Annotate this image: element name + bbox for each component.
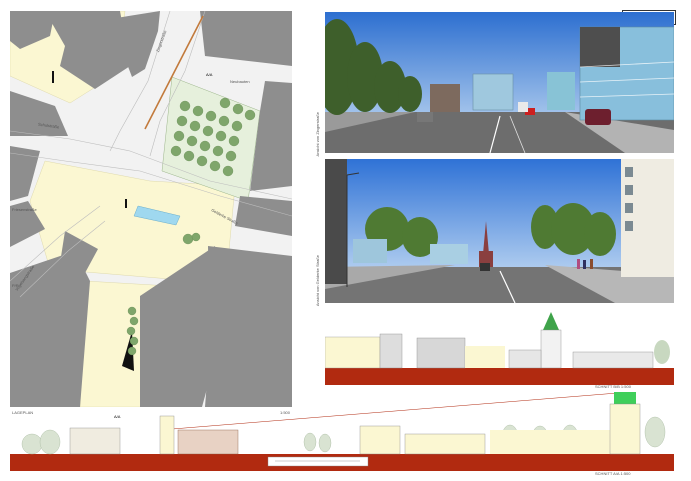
view-gelderke: [325, 159, 674, 303]
section-aa-caption: SCHNITT A/A 1:500: [595, 471, 631, 476]
street-render-2: [325, 159, 674, 303]
street-label-friesen: Friesenstraße: [12, 207, 37, 212]
section-marker: A/A: [206, 72, 213, 77]
site-plan: Zingerstraße Schulstraße Friesenstraße V…: [9, 10, 293, 415]
street-label-neubauten: Neubauten: [230, 79, 250, 84]
section-aa-drawing: [10, 391, 674, 471]
view-label-1: Ansicht von Zingerstraße: [315, 112, 320, 157]
section-aa-marker: A/A: [114, 414, 121, 419]
section-aa: A/A SCHNITT A/A 1:500: [10, 391, 674, 476]
view-label-2: Ansicht von Gelderke Straße: [315, 255, 320, 307]
section-bb-drawing: [324, 312, 674, 385]
view-zingerstrasse: [325, 12, 674, 153]
section-bb-caption: SCHNITT B/B 1:500: [595, 384, 631, 389]
street-render-1: [325, 12, 674, 153]
site-plan-drawing: [9, 10, 293, 408]
section-bb: SCHNITT B/B 1:500: [324, 308, 674, 389]
street-label-pr: P/R: [12, 283, 19, 288]
